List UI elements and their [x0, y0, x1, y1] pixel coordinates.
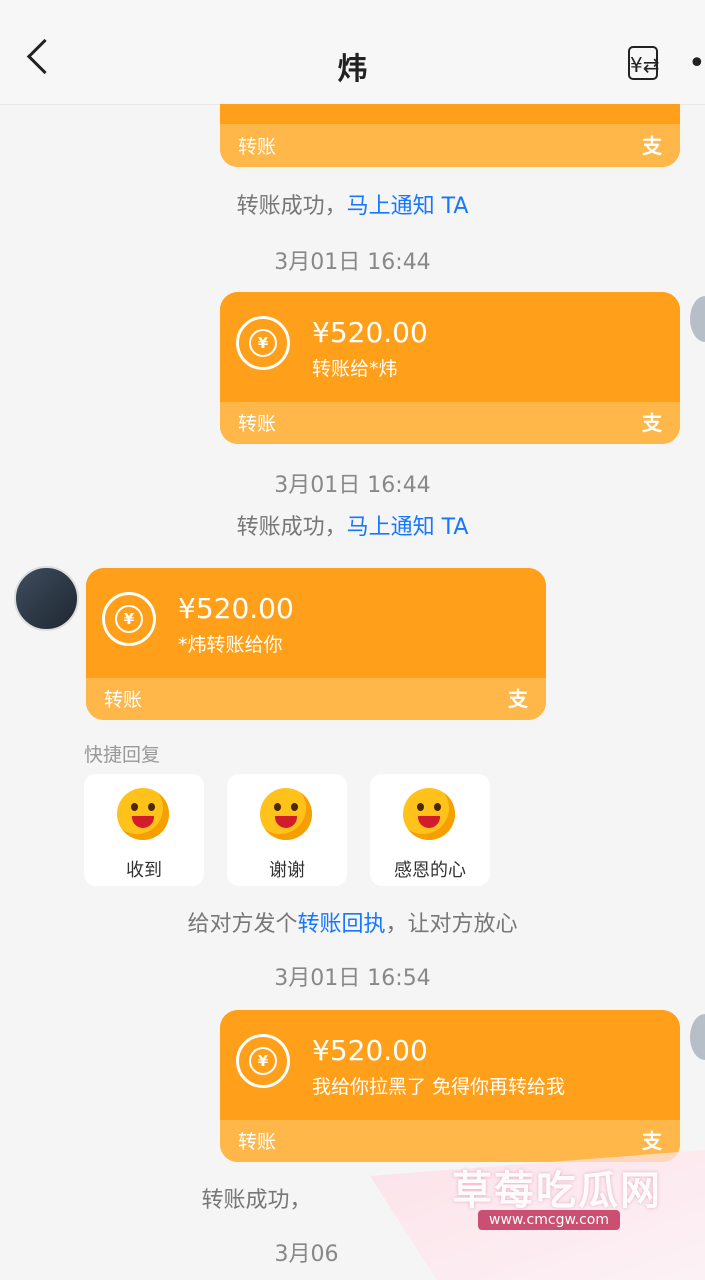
transfer-card-top[interactable]: 转账 支	[220, 104, 680, 167]
receipt-note: 给对方发个转账回执，让对方放心	[0, 906, 705, 938]
yen-exchange-icon: ¥	[102, 592, 156, 646]
quick-reply-received[interactable]: 收到	[84, 774, 204, 886]
transfer-card-incoming[interactable]: ¥ ¥520.00 *炜转账给你 转账 支	[86, 568, 546, 720]
yen-exchange-icon: ¥	[236, 1034, 290, 1088]
alipay-icon: 支	[642, 134, 662, 158]
transfer-card-outgoing[interactable]: ¥ ¥520.00 我给你拉黑了 免得你再转给我 转账 支	[220, 1010, 680, 1162]
thanks-emoji-icon	[260, 788, 312, 840]
quick-reply-label: 谢谢	[269, 860, 305, 881]
watermark-url: www.cmcgw.com	[478, 1210, 620, 1230]
transfer-description: 我给你拉黑了 免得你再转给我	[312, 1076, 566, 1098]
transfer-amount: ¥520.00	[312, 1034, 428, 1067]
notify-link[interactable]: 马上通知 TA	[347, 194, 469, 219]
card-type-label: 转账	[238, 1131, 277, 1153]
heart-emoji-icon	[403, 788, 455, 840]
quick-reply-thanks[interactable]: 谢谢	[227, 774, 347, 886]
timestamp: 3月01日 16:54	[274, 966, 431, 991]
transfer-card-outgoing[interactable]: ¥ ¥520.00 转账给*炜 转账 支	[220, 292, 680, 444]
quick-reply-label: 感恩的心	[394, 860, 466, 881]
ok-emoji-icon	[117, 788, 169, 840]
alipay-icon: 支	[508, 687, 528, 711]
transfer-description: *炜转账给你	[178, 634, 283, 656]
watermark-title: 草莓吃瓜网	[452, 1168, 662, 1214]
timestamp: 3月01日 16:44	[274, 473, 431, 498]
alipay-icon: 支	[642, 1129, 662, 1153]
card-type-label: 转账	[238, 136, 277, 158]
transfer-icon[interactable]: ¥⇄	[628, 46, 659, 80]
alipay-icon: 支	[642, 411, 662, 435]
quick-reply-label: 收到	[126, 860, 162, 881]
chat-title: 炜	[337, 52, 368, 87]
avatar	[690, 1014, 705, 1060]
note-text: 转账成功，	[236, 194, 347, 219]
quick-reply-title: 快捷回复	[84, 744, 161, 766]
transfer-amount: ¥520.00	[178, 592, 294, 625]
quick-reply-grateful[interactable]: 感恩的心	[370, 774, 490, 886]
transfer-success-note: 转账成功，马上通知 TA	[0, 509, 705, 541]
transfer-success-note: 转账成功，马上通知 TA	[0, 188, 705, 220]
yen-exchange-icon: ¥	[236, 316, 290, 370]
note-text: ，让对方放心	[385, 912, 518, 937]
card-type-label: 转账	[104, 689, 143, 711]
transfer-description: 转账给*炜	[312, 358, 398, 380]
note-text: 转账成功，	[201, 1188, 312, 1213]
avatar[interactable]	[14, 566, 79, 631]
transfer-amount: ¥520.00	[312, 316, 428, 349]
more-icon[interactable]: ••	[688, 46, 705, 81]
card-type-label: 转账	[238, 413, 277, 435]
timestamp: 3月01日 16:44	[274, 250, 431, 275]
receipt-link[interactable]: 转账回执	[297, 912, 385, 937]
avatar	[690, 296, 705, 342]
note-text: 给对方发个	[187, 912, 298, 937]
note-text: 转账成功，	[236, 515, 347, 540]
notify-link[interactable]: 马上通知 TA	[347, 515, 469, 540]
